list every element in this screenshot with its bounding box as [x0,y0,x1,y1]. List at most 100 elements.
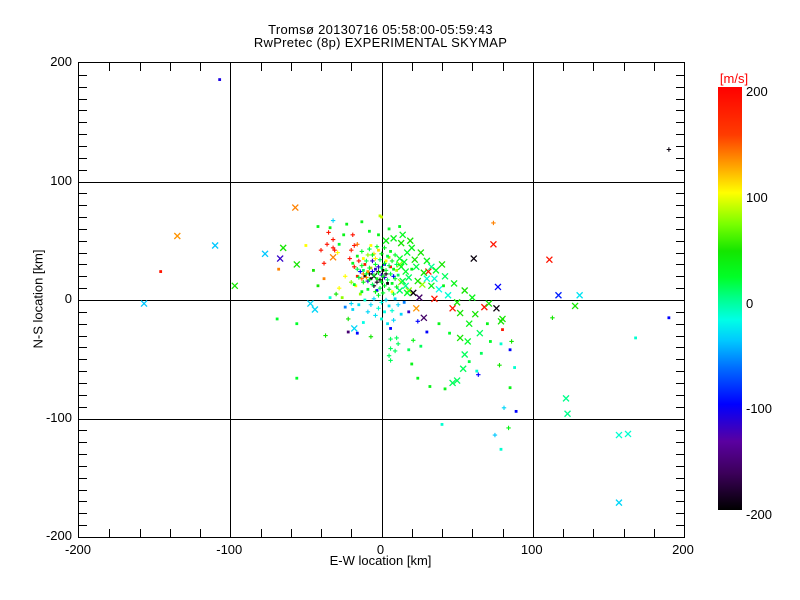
plot-area [78,62,685,538]
data-point [492,432,498,438]
data-point [328,226,332,230]
data-point [333,291,339,297]
data-point [406,237,414,245]
data-point [494,283,502,291]
data-point [435,285,443,293]
data-point [508,348,512,352]
data-point [624,430,632,438]
colorbar-tick-label: 200 [746,84,768,99]
data-point [437,322,441,326]
data-point [361,321,365,324]
y-tick-label: 0 [64,291,72,306]
x-tick-label: 0 [376,542,385,557]
data-point [359,263,365,268]
data-point [340,296,344,300]
data-point [449,304,457,312]
data-point [304,244,308,247]
data-point [491,220,496,226]
data-point [374,267,377,271]
data-point [380,290,386,296]
data-point [352,264,357,270]
data-point [159,270,163,273]
data-point [412,263,420,271]
data-point [351,261,355,265]
data-point [367,265,372,271]
data-point [352,283,356,286]
data-point [428,385,432,388]
data-point [403,249,411,257]
data-point [343,274,348,279]
data-point [410,267,414,271]
data-point [337,242,341,246]
data-point [443,387,447,391]
data-point [346,330,350,334]
data-point [444,291,452,299]
data-point [386,353,392,358]
data-point [666,147,672,152]
data-point [407,310,411,314]
data-point [427,282,435,290]
data-point [476,372,481,377]
data-point [392,267,395,271]
data-point [386,282,389,285]
data-point [358,269,363,274]
data-point [355,331,359,335]
data-point [218,78,222,81]
colorbar-tick-label: -100 [746,401,773,417]
data-point [363,298,367,302]
data-point [667,316,671,320]
data-point [615,431,623,439]
colorbar-tick-label: -200 [746,507,773,522]
data-point [480,303,488,311]
data-point [564,410,571,418]
data-point [432,266,440,274]
data-point [377,233,380,237]
data-point [411,256,419,264]
data-point [321,261,327,266]
data-point [396,273,400,277]
data-point [441,272,449,280]
data-point [396,287,404,294]
data-point [211,242,219,249]
data-point [357,303,361,307]
data-point [343,305,347,309]
data-point [415,294,423,302]
data-point [383,268,389,273]
data-point [415,319,420,324]
data-point [385,277,390,283]
data-point [369,244,373,247]
data-point [376,306,381,311]
data-point [464,338,472,345]
data-point [402,268,410,276]
x-tick-label: -100 [216,542,243,557]
data-point [403,289,411,297]
data-point [275,317,279,321]
plot-title: Tromsø 20130716 05:58:00-05:59:43 RwPret… [78,23,683,49]
x-tick-label: 200 [672,542,694,557]
data-point [513,366,516,369]
data-point [423,275,431,283]
skymap-screenshot: Tromsø 20130716 05:58:00-05:59:43 RwPret… [0,0,800,600]
data-point [438,260,446,268]
colorbar-tick-label: 0 [746,295,754,311]
data-point [366,287,370,291]
data-point [395,302,401,307]
data-point [412,304,420,312]
data-point [364,258,369,264]
scatter-canvas [79,63,684,537]
data-point [405,274,413,281]
data-point [509,339,514,344]
data-point [467,360,471,364]
data-point [329,253,337,261]
data-point [386,254,389,258]
colorbar-tick-label: 100 [746,189,768,205]
data-point [328,296,332,300]
y-tick-label: -200 [45,528,72,543]
data-point [140,300,148,308]
data-point [476,329,484,337]
data-point [347,256,352,261]
data-point [448,331,451,335]
data-point [370,258,375,264]
data-point [387,227,391,231]
data-point [479,351,483,355]
